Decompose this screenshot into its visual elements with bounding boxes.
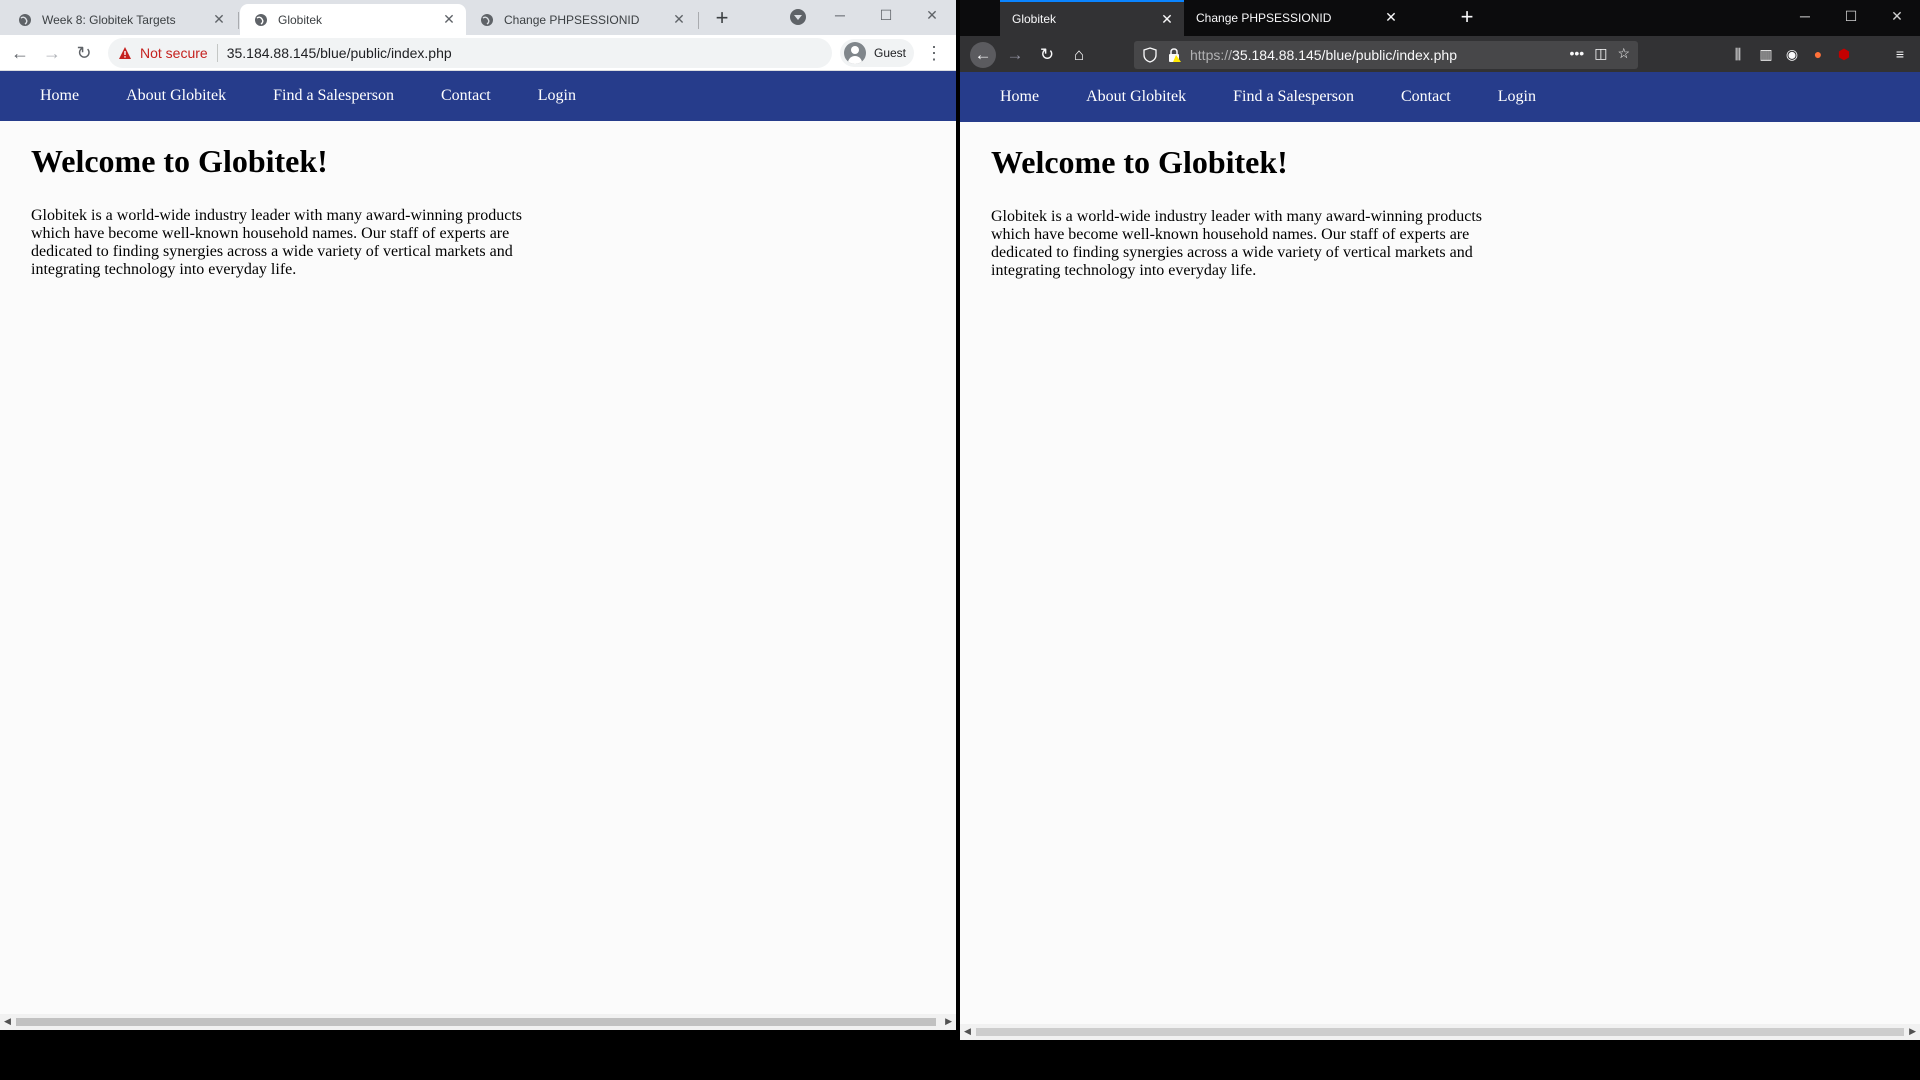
maximize-icon[interactable]: ☐ — [864, 0, 908, 32]
intro-paragraph: Globitek is a world-wide industry leader… — [31, 207, 522, 278]
scroll-right-icon[interactable]: ▶ — [945, 1016, 952, 1027]
maximize-icon[interactable]: ☐ — [1828, 0, 1874, 32]
tab-label: Globitek — [1012, 12, 1057, 26]
nav-home-link[interactable]: Home — [40, 87, 79, 105]
close-tab-icon[interactable]: ✕ — [672, 12, 686, 26]
url-text[interactable]: 35.184.88.145/blue/public/index.php — [227, 45, 452, 61]
back-arrow-icon[interactable]: ← — [8, 41, 32, 65]
url-text[interactable]: https://35.184.88.145/blue/public/index.… — [1190, 47, 1457, 63]
new-tab-plus-icon[interactable]: + — [1455, 6, 1479, 30]
scrollbar-thumb[interactable] — [976, 1028, 1904, 1036]
minimize-icon[interactable]: ─ — [818, 0, 862, 32]
bookmark-star-icon[interactable]: ☆ — [1617, 45, 1630, 62]
extension-fox-icon[interactable]: ● — [1808, 44, 1828, 64]
firefox-toolbar: ← → ↻ ⌂ https://35.184.88.145/blue/publi… — [960, 36, 1920, 72]
address-bar[interactable]: Not secure 35.184.88.145/blue/public/ind… — [108, 38, 832, 68]
close-tab-icon[interactable]: ✕ — [212, 12, 226, 26]
scroll-right-icon[interactable]: ▶ — [1909, 1026, 1916, 1037]
avatar-icon — [844, 42, 866, 64]
horizontal-scrollbar[interactable]: ◀ ▶ — [0, 1014, 956, 1030]
nav-login-link[interactable]: Login — [1498, 88, 1536, 106]
nav-about-link[interactable]: About Globitek — [1086, 88, 1186, 106]
firefox-tab-strip: Globitek ✕ Change PHPSESSIONID ✕ + ─ ☐ ✕ — [960, 0, 1920, 36]
scrollbar-thumb[interactable] — [16, 1018, 936, 1026]
chrome-page-viewport: Home About Globitek Find a Salesperson C… — [0, 71, 956, 1014]
close-tab-icon[interactable]: ✕ — [442, 12, 456, 26]
window-close-icon[interactable]: ✕ — [1874, 0, 1920, 32]
site-main: Welcome to Globitek! Globitek is a world… — [0, 121, 956, 279]
forward-arrow-icon[interactable]: → — [1002, 42, 1028, 68]
page-heading: Welcome to Globitek! — [991, 144, 1288, 180]
url-actions: ••• ◫ ☆ — [1569, 45, 1630, 62]
reload-icon[interactable]: ↻ — [72, 41, 96, 65]
firefox-page-viewport: Home About Globitek Find a Salesperson C… — [960, 72, 1920, 1024]
globe-icon — [18, 13, 32, 27]
hamburger-menu-icon[interactable]: ≡ — [1890, 44, 1910, 64]
tab-label: Change PHPSESSIONID — [504, 12, 640, 27]
tab-change-phpsessionid[interactable]: Change PHPSESSIONID ✕ — [466, 4, 696, 35]
scroll-left-icon[interactable]: ◀ — [4, 1016, 11, 1027]
chrome-window: Week 8: Globitek Targets ✕ Globitek ✕ Ch… — [0, 0, 956, 1030]
lock-warning-icon[interactable] — [1166, 47, 1182, 63]
url-scheme: https:// — [1190, 47, 1233, 63]
tab-globitek[interactable]: Globitek ✕ — [240, 4, 466, 35]
close-tab-icon[interactable]: ✕ — [1384, 10, 1398, 24]
kebab-menu-icon[interactable]: ⋮ — [924, 41, 944, 65]
home-icon[interactable]: ⌂ — [1066, 42, 1092, 68]
firefox-window: Globitek ✕ Change PHPSESSIONID ✕ + ─ ☐ ✕… — [960, 0, 1920, 1040]
close-tab-icon[interactable]: ✕ — [1160, 12, 1174, 26]
url-path: 35.184.88.145/blue/public/index.php — [1232, 47, 1457, 63]
nav-contact-link[interactable]: Contact — [1401, 88, 1451, 106]
page-heading: Welcome to Globitek! — [31, 143, 328, 179]
tab-label: Week 8: Globitek Targets — [42, 12, 176, 27]
account-icon[interactable]: ◉ — [1782, 44, 1802, 64]
chrome-toolbar: ← → ↻ Not secure 35.184.88.145/blue/publ… — [0, 35, 956, 71]
pocket-icon[interactable]: ◫ — [1594, 45, 1607, 62]
omnibox-divider — [216, 44, 218, 62]
chrome-tab-strip: Week 8: Globitek Targets ✕ Globitek ✕ Ch… — [0, 0, 956, 35]
reload-icon[interactable]: ↻ — [1034, 42, 1060, 68]
library-icon[interactable]: ⫼ — [1728, 44, 1748, 64]
tracking-shield-icon[interactable] — [1142, 47, 1158, 63]
tab-search-dropdown-icon[interactable] — [790, 9, 806, 25]
tab-separator — [238, 12, 239, 29]
globe-icon — [480, 13, 494, 27]
forward-arrow-icon[interactable]: → — [40, 41, 64, 65]
address-bar[interactable]: https://35.184.88.145/blue/public/index.… — [1134, 41, 1638, 69]
horizontal-scrollbar[interactable]: ◀ ▶ — [960, 1024, 1920, 1040]
tab-label: Globitek — [278, 12, 323, 27]
site-nav: Home About Globitek Find a Salesperson C… — [960, 72, 1920, 122]
warning-triangle-icon[interactable] — [118, 46, 132, 60]
scroll-left-icon[interactable]: ◀ — [964, 1026, 971, 1037]
page-actions-ellipsis-icon[interactable]: ••• — [1569, 45, 1584, 62]
tab-change-phpsessionid[interactable]: Change PHPSESSIONID ✕ — [1184, 0, 1408, 36]
not-secure-label[interactable]: Not secure — [140, 45, 208, 61]
nav-about-link[interactable]: About Globitek — [126, 87, 226, 105]
back-arrow-icon[interactable]: ← — [970, 42, 996, 68]
nav-contact-link[interactable]: Contact — [441, 87, 491, 105]
tab-separator — [698, 12, 699, 29]
tab-globitek[interactable]: Globitek ✕ — [1000, 0, 1184, 36]
tab-label: Change PHPSESSIONID — [1196, 11, 1332, 25]
nav-find-salesperson-link[interactable]: Find a Salesperson — [273, 87, 394, 105]
tab-week8-globitek-targets[interactable]: Week 8: Globitek Targets ✕ — [4, 4, 236, 35]
new-tab-plus-icon[interactable]: + — [710, 7, 734, 31]
profile-button[interactable]: Guest — [840, 39, 914, 67]
site-main: Welcome to Globitek! Globitek is a world… — [960, 122, 1920, 280]
minimize-icon[interactable]: ─ — [1782, 0, 1828, 32]
sidebar-icon[interactable]: ▥ — [1756, 44, 1776, 64]
window-close-icon[interactable]: ✕ — [910, 0, 954, 32]
site-nav: Home About Globitek Find a Salesperson C… — [0, 71, 956, 121]
globe-icon — [254, 13, 268, 27]
nav-find-salesperson-link[interactable]: Find a Salesperson — [1233, 88, 1354, 106]
intro-paragraph: Globitek is a world-wide industry leader… — [991, 208, 1482, 279]
ublock-extension-icon[interactable]: ⬢ — [1834, 44, 1854, 64]
profile-label: Guest — [874, 46, 907, 60]
nav-home-link[interactable]: Home — [1000, 88, 1039, 106]
nav-login-link[interactable]: Login — [538, 87, 576, 105]
bottom-black-bar — [0, 1040, 1920, 1080]
